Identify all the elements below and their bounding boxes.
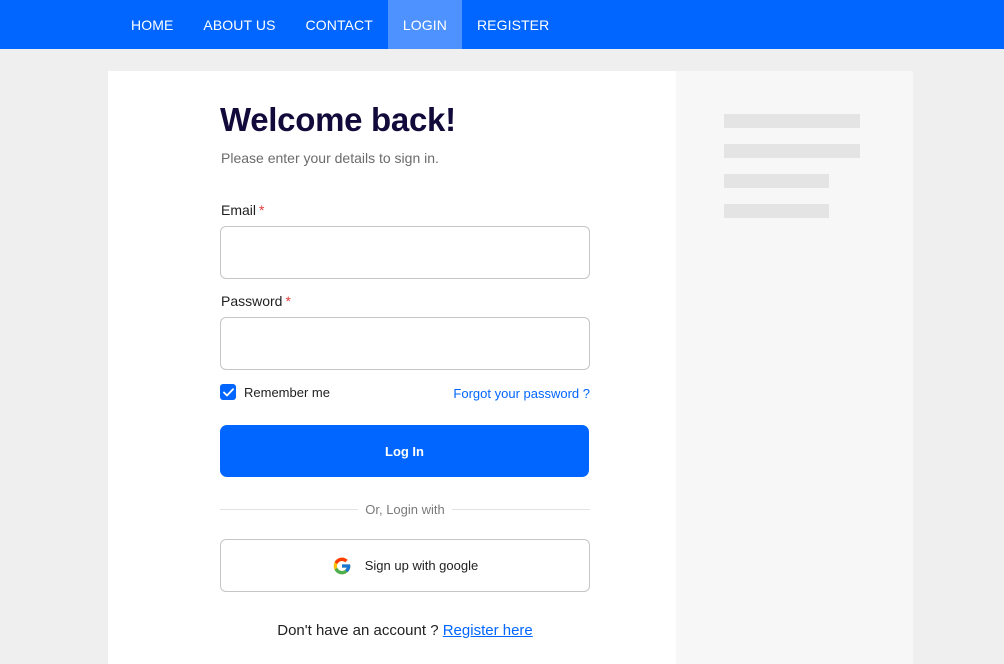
required-marker: * [259, 202, 265, 218]
register-prompt: Don't have an account ? Register here [220, 622, 590, 639]
password-label: Password * [221, 293, 291, 309]
side-panel [676, 71, 913, 664]
no-account-text: Don't have an account ? [277, 622, 439, 639]
skeleton-line [724, 204, 829, 218]
page-title: Welcome back! [220, 101, 456, 138]
skeleton-line [724, 174, 829, 188]
divider-line [220, 509, 359, 510]
remember-me-label: Remember me [244, 384, 330, 400]
nav-login[interactable]: LOGIN [387, 0, 462, 49]
email-label: Email * [221, 202, 264, 218]
remember-me-checkbox[interactable]: Remember me [220, 384, 330, 400]
checkmark-icon[interactable] [220, 384, 236, 400]
password-label-text: Password [221, 293, 283, 309]
email-label-text: Email [221, 202, 257, 218]
google-icon [332, 556, 352, 576]
skeleton-line [724, 144, 860, 158]
nav-register[interactable]: REGISTER [462, 0, 564, 49]
top-navbar: HOME ABOUT US CONTACT LOGIN REGISTER [0, 0, 1004, 49]
google-button-label: Sign up with google [364, 558, 479, 573]
google-signup-button[interactable]: Sign up with google [220, 539, 590, 592]
nav-about-us[interactable]: ABOUT US [188, 0, 290, 49]
divider-text: Or, Login with [365, 502, 445, 517]
login-button[interactable]: Log In [220, 425, 589, 477]
nav-home[interactable]: HOME [116, 0, 188, 49]
skeleton-line [724, 114, 860, 128]
or-divider: Or, Login with [220, 502, 590, 517]
page-subtitle: Please enter your details to sign in. [221, 150, 439, 166]
login-card: Welcome back! Please enter your details … [108, 71, 913, 664]
forgot-password-link[interactable]: Forgot your password ? [453, 386, 590, 401]
required-marker: * [285, 293, 291, 309]
password-input[interactable] [220, 317, 590, 370]
register-link[interactable]: Register here [443, 622, 533, 639]
divider-line [451, 509, 590, 510]
email-input[interactable] [220, 226, 590, 279]
nav-contact[interactable]: CONTACT [291, 0, 388, 49]
